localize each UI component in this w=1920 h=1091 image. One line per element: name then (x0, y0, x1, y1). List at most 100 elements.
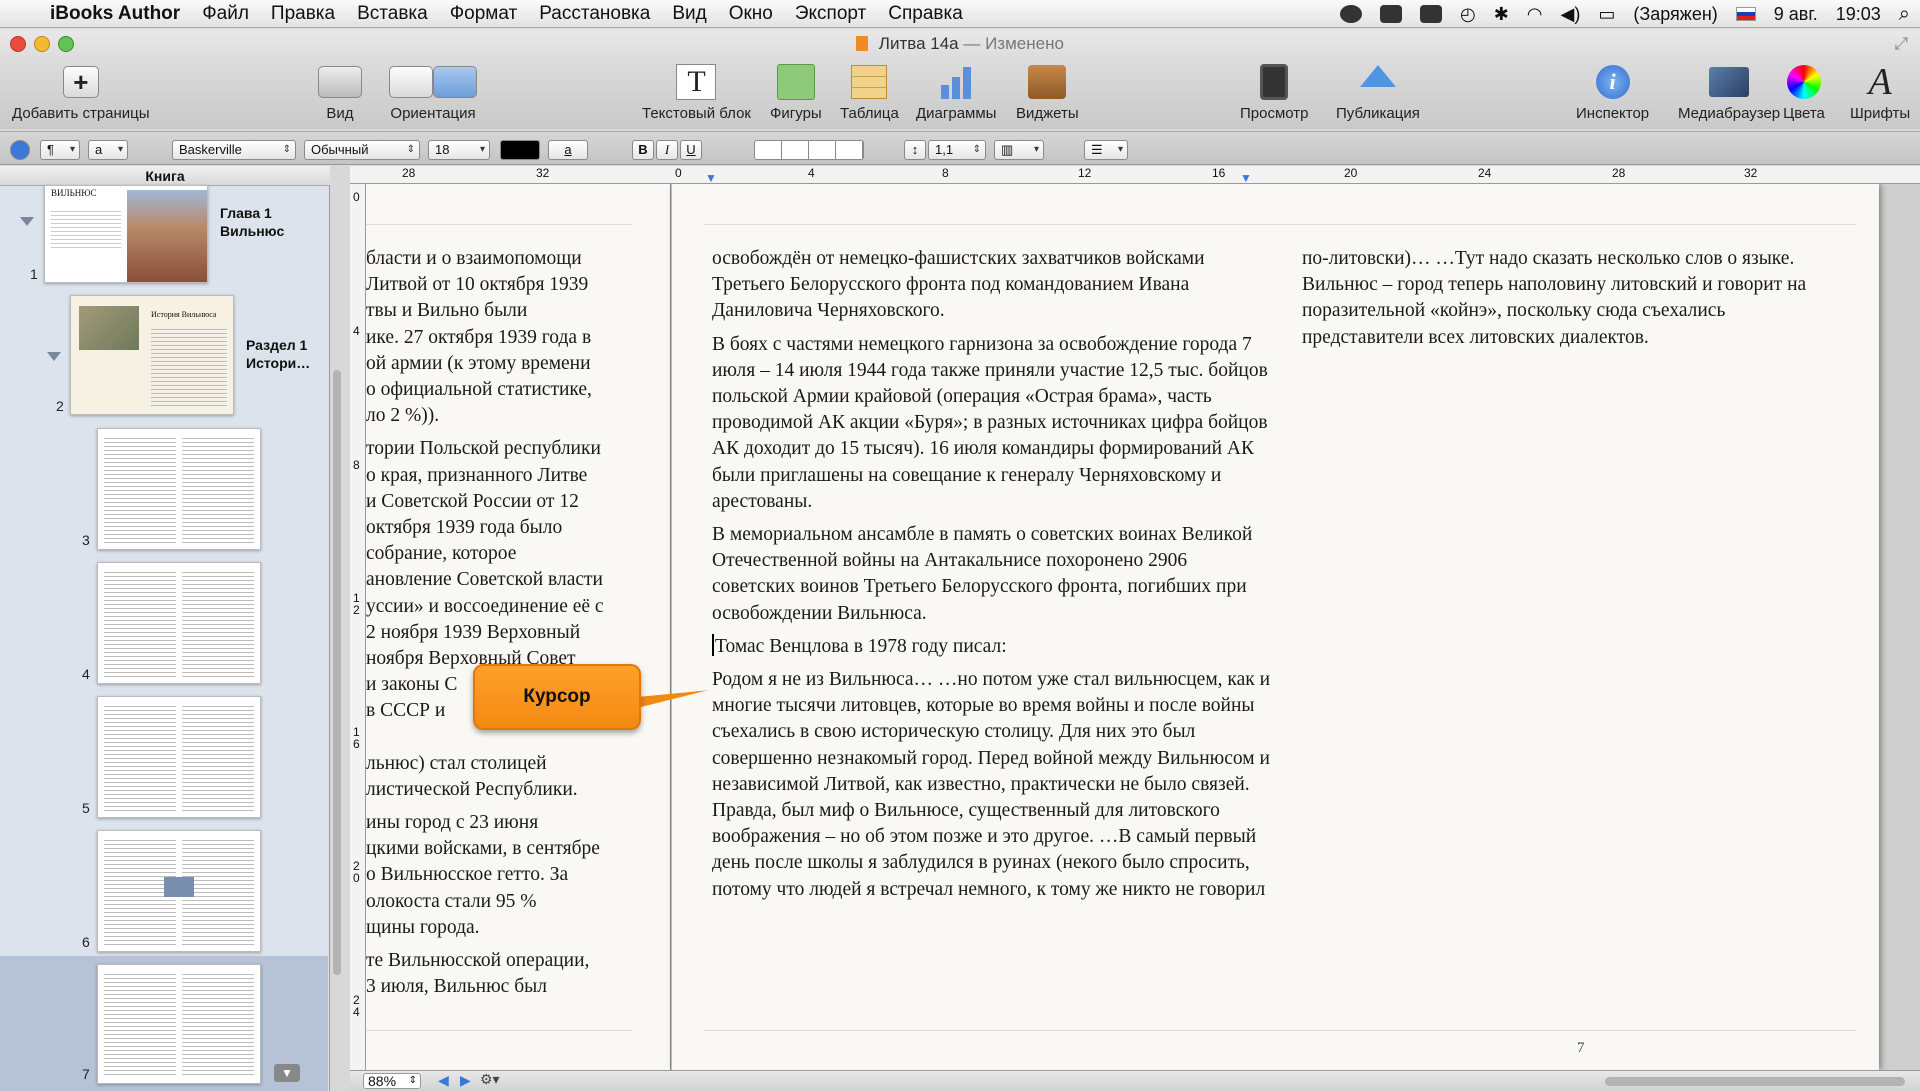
paragraph[interactable]: Родом я не из Вильнюса… …но потом уже ст… (712, 667, 1272, 903)
font-family-select[interactable]: Baskerville ⇕ (172, 140, 296, 160)
paragraph-style-popup[interactable]: ¶ ▾ (40, 140, 80, 160)
menu-arrange[interactable]: Расстановка (539, 3, 650, 25)
fullscreen-icon[interactable]: ⤢ (1894, 29, 1908, 59)
paragraph[interactable]: по-литовски)… …Тут надо сказать нескольк… (1302, 246, 1842, 351)
time-machine-icon[interactable]: ◴ (1460, 4, 1476, 25)
zoom-window-button[interactable] (58, 36, 74, 52)
styles-drawer-button[interactable] (10, 140, 30, 160)
volume-icon[interactable]: ◀) (1561, 4, 1581, 25)
paragraph[interactable]: те Вильнюсской операции, 3 июля, Вильнюс… (366, 948, 666, 1000)
columns-popup[interactable]: ▥ ▾ (994, 140, 1044, 160)
line-spacing-field[interactable]: 1,1 ⇕ (928, 140, 986, 160)
previous-page-icon[interactable]: ◀ (438, 1072, 449, 1089)
input-source-flag-icon[interactable] (1735, 7, 1756, 21)
paragraph[interactable]: льнюс) стал столицей листической Республ… (366, 751, 666, 803)
line-spacing-icon[interactable]: ↕ (904, 140, 926, 160)
horizontal-scrollbar[interactable] (1605, 1077, 1905, 1086)
widgets-button[interactable]: Виджеты (1016, 63, 1079, 122)
alignment-buttons[interactable] (754, 140, 864, 160)
publish-button[interactable]: Публикация (1336, 63, 1420, 122)
vertical-ruler[interactable]: 0 4 8 1 2 1 6 2 0 2 4 (350, 184, 366, 1070)
landscape-icon[interactable] (433, 66, 477, 98)
menu-file[interactable]: Файл (202, 3, 249, 25)
character-style-popup[interactable]: a ▾ (88, 140, 128, 160)
underline-button[interactable]: U (680, 140, 702, 160)
section-label[interactable]: Раздел 1 Истори… (246, 336, 310, 372)
battery-status[interactable]: (Заряжен) (1633, 4, 1717, 25)
upload-arrow-icon (1356, 63, 1400, 101)
page-thumbnail-selected[interactable] (97, 964, 261, 1084)
sidebar-scrollbar[interactable] (333, 370, 341, 975)
menu-help[interactable]: Справка (888, 3, 963, 25)
chapter-thumbnail[interactable]: ВИЛЬНЮС (44, 185, 208, 283)
paragraph[interactable]: В боях с частями немецкого гарнизона за … (712, 332, 1272, 515)
menu-window[interactable]: Окно (729, 3, 773, 25)
page-thumbnail[interactable] (97, 428, 261, 550)
add-pages-button[interactable]: + Добавить страницы (12, 63, 150, 122)
italic-button[interactable]: I (656, 140, 678, 160)
list-popup[interactable]: ☰ ▾ (1084, 140, 1128, 160)
table-button[interactable]: Таблица (840, 63, 899, 122)
gear-icon[interactable]: ⚙▾ (480, 1071, 500, 1088)
chapter-label[interactable]: Глава 1 Вильнюс (220, 204, 284, 240)
page-canvas[interactable]: бласти и о взаимопомощи Литвой от 10 окт… (366, 184, 1920, 1070)
menu-export[interactable]: Экспорт (795, 3, 866, 25)
sidebar-scroll-down-button[interactable]: ▼ (274, 1064, 300, 1082)
paragraph[interactable]: ины город с 23 июня цкими войсками, в се… (366, 810, 666, 941)
page-thumbnail[interactable] (97, 830, 261, 952)
bluetooth-icon[interactable]: ✱ (1494, 4, 1509, 25)
clock[interactable]: 19:03 (1836, 4, 1881, 25)
zoom-select[interactable]: 88% ⇕ (363, 1073, 421, 1089)
page-thumbnail[interactable] (97, 696, 261, 818)
text-block-button[interactable]: T Текстовый блок (642, 63, 751, 122)
fonts-button[interactable]: A Шрифты (1850, 61, 1910, 122)
typeface-select[interactable]: Обычный ⇕ (304, 140, 420, 160)
text-color-well[interactable] (500, 140, 540, 160)
battery-icon[interactable]: ▭ (1598, 4, 1615, 25)
shapes-button[interactable]: Фигуры (770, 63, 822, 122)
close-window-button[interactable] (10, 36, 26, 52)
menu-edit[interactable]: Правка (271, 3, 335, 25)
page-thumbnail[interactable] (97, 562, 261, 684)
sync-icon[interactable] (1339, 5, 1362, 23)
font-size-field[interactable]: 18 ▾ (428, 140, 490, 160)
right-indent-marker-icon[interactable]: ▼ (1240, 171, 1252, 185)
footer-guide (366, 1030, 632, 1031)
paragraph[interactable]: В мемориальном ансамбле в память о совет… (712, 522, 1272, 627)
next-page-icon[interactable]: ▶ (460, 1072, 471, 1089)
bold-button[interactable]: B (632, 140, 654, 160)
spotlight-icon[interactable]: ⌕ (1899, 3, 1910, 26)
charts-button[interactable]: Диаграммы (916, 63, 996, 122)
wifi-icon[interactable]: ◠ (1527, 4, 1543, 25)
date[interactable]: 9 авг. (1774, 4, 1818, 25)
view-button[interactable]: Вид (318, 63, 362, 122)
minimize-window-button[interactable] (34, 36, 50, 52)
paragraph[interactable]: бласти и о взаимопомощи Литвой от 10 окт… (366, 246, 666, 429)
horizontal-ruler[interactable]: 28 32 0 4 8 12 16 20 24 28 32 ▼ ▼ (350, 166, 1920, 185)
evernote-icon[interactable] (1379, 5, 1402, 23)
section-thumbnail[interactable]: История Вильнюса (70, 295, 234, 415)
left-page[interactable]: бласти и о взаимопомощи Литвой от 10 окт… (366, 184, 671, 1070)
portrait-icon[interactable] (389, 66, 433, 98)
menu-view[interactable]: Вид (672, 3, 706, 25)
orientation-control[interactable]: Ориентация (388, 63, 478, 122)
menu-insert[interactable]: Вставка (357, 3, 428, 25)
paragraph[interactable]: освобождён от немецко-фашистских захватч… (712, 246, 1272, 325)
text-column-2[interactable]: по-литовски)… …Тут надо сказать нескольк… (1302, 246, 1842, 358)
menu-format[interactable]: Формат (450, 3, 518, 25)
colors-button[interactable]: Цвета (1782, 63, 1826, 122)
inspector-button[interactable]: i Инспектор (1576, 63, 1649, 122)
chapter-disclosure-icon[interactable] (20, 217, 34, 226)
preview-button[interactable]: Просмотр (1240, 63, 1309, 122)
media-browser-button[interactable]: Медиабраузер (1678, 63, 1780, 122)
left-page-text[interactable]: бласти и о взаимопомощи Литвой от 10 окт… (366, 246, 666, 1007)
footer-guide (704, 1030, 1856, 1031)
paragraph-with-cursor[interactable]: Томас Венцлова в 1978 году писал: (712, 633, 1272, 660)
left-indent-marker-icon[interactable]: ▼ (705, 171, 717, 185)
app-menu[interactable]: iBooks Author (50, 3, 180, 25)
section-disclosure-icon[interactable] (47, 352, 61, 361)
highlight-color-well[interactable]: a (548, 140, 588, 160)
text-column-1[interactable]: освобождён от немецко-фашистских захватч… (712, 246, 1272, 910)
right-page[interactable]: освобождён от немецко-фашистских захватч… (672, 184, 1879, 1070)
memory-icon[interactable] (1419, 5, 1442, 23)
